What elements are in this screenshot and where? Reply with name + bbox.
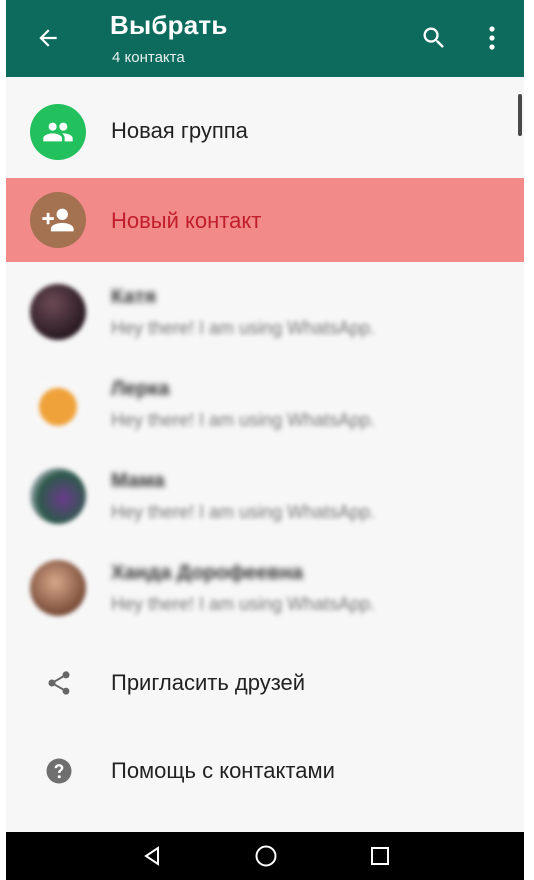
contact-name: Лерка (111, 378, 170, 400)
avatar (30, 560, 86, 616)
contact-list-item[interactable]: Мама Hey there! I am using WhatsApp. (6, 452, 524, 544)
new-group-label: Новая группа (111, 118, 248, 143)
new-group-item[interactable]: Новая группа (6, 86, 524, 178)
contact-list-item[interactable]: Лерка Hey there! I am using WhatsApp. (6, 360, 524, 452)
invite-friends-item[interactable]: Пригласить друзей (6, 640, 524, 728)
share-icon (44, 668, 74, 698)
contact-list-item[interactable]: Катя Hey there! I am using WhatsApp. (6, 268, 524, 360)
contact-count: 4 контакта (112, 49, 185, 66)
contact-name: Мама (111, 470, 165, 492)
group-icon (30, 104, 86, 160)
contact-status: Hey there! I am using WhatsApp. (111, 594, 376, 614)
add-person-icon (30, 192, 86, 248)
search-icon[interactable] (416, 20, 452, 56)
screen: Выбрать 4 контакта Новая группа Новый ко… (6, 0, 524, 880)
contact-status: Hey there! I am using WhatsApp. (111, 502, 376, 522)
new-contact-item[interactable]: Новый контакт (6, 178, 524, 262)
invite-friends-label: Пригласить друзей (111, 670, 306, 695)
page-title: Выбрать (110, 10, 228, 40)
system-nav-bar (6, 832, 524, 880)
contact-list-item[interactable]: Ханда Дорофеевна Hey there! I am using W… (6, 544, 524, 636)
nav-back-icon[interactable] (132, 840, 172, 872)
avatar (30, 468, 86, 524)
avatar (30, 284, 86, 340)
contacts-help-item[interactable]: Помощь с контактами (6, 728, 524, 820)
contact-name: Катя (111, 286, 157, 308)
contact-status: Hey there! I am using WhatsApp. (111, 318, 376, 338)
app-bar: Выбрать 4 контакта (6, 0, 524, 77)
nav-home-icon[interactable] (246, 840, 286, 872)
help-icon (44, 756, 74, 786)
back-arrow-icon[interactable] (28, 20, 68, 56)
contacts-help-label: Помощь с контактами (111, 758, 335, 783)
contact-status: Hey there! I am using WhatsApp. (111, 410, 376, 430)
nav-recents-icon[interactable] (360, 840, 400, 872)
contact-name: Ханда Дорофеевна (111, 562, 304, 584)
avatar (30, 376, 86, 432)
new-contact-label: Новый контакт (111, 208, 262, 233)
more-vert-icon[interactable] (480, 20, 504, 56)
